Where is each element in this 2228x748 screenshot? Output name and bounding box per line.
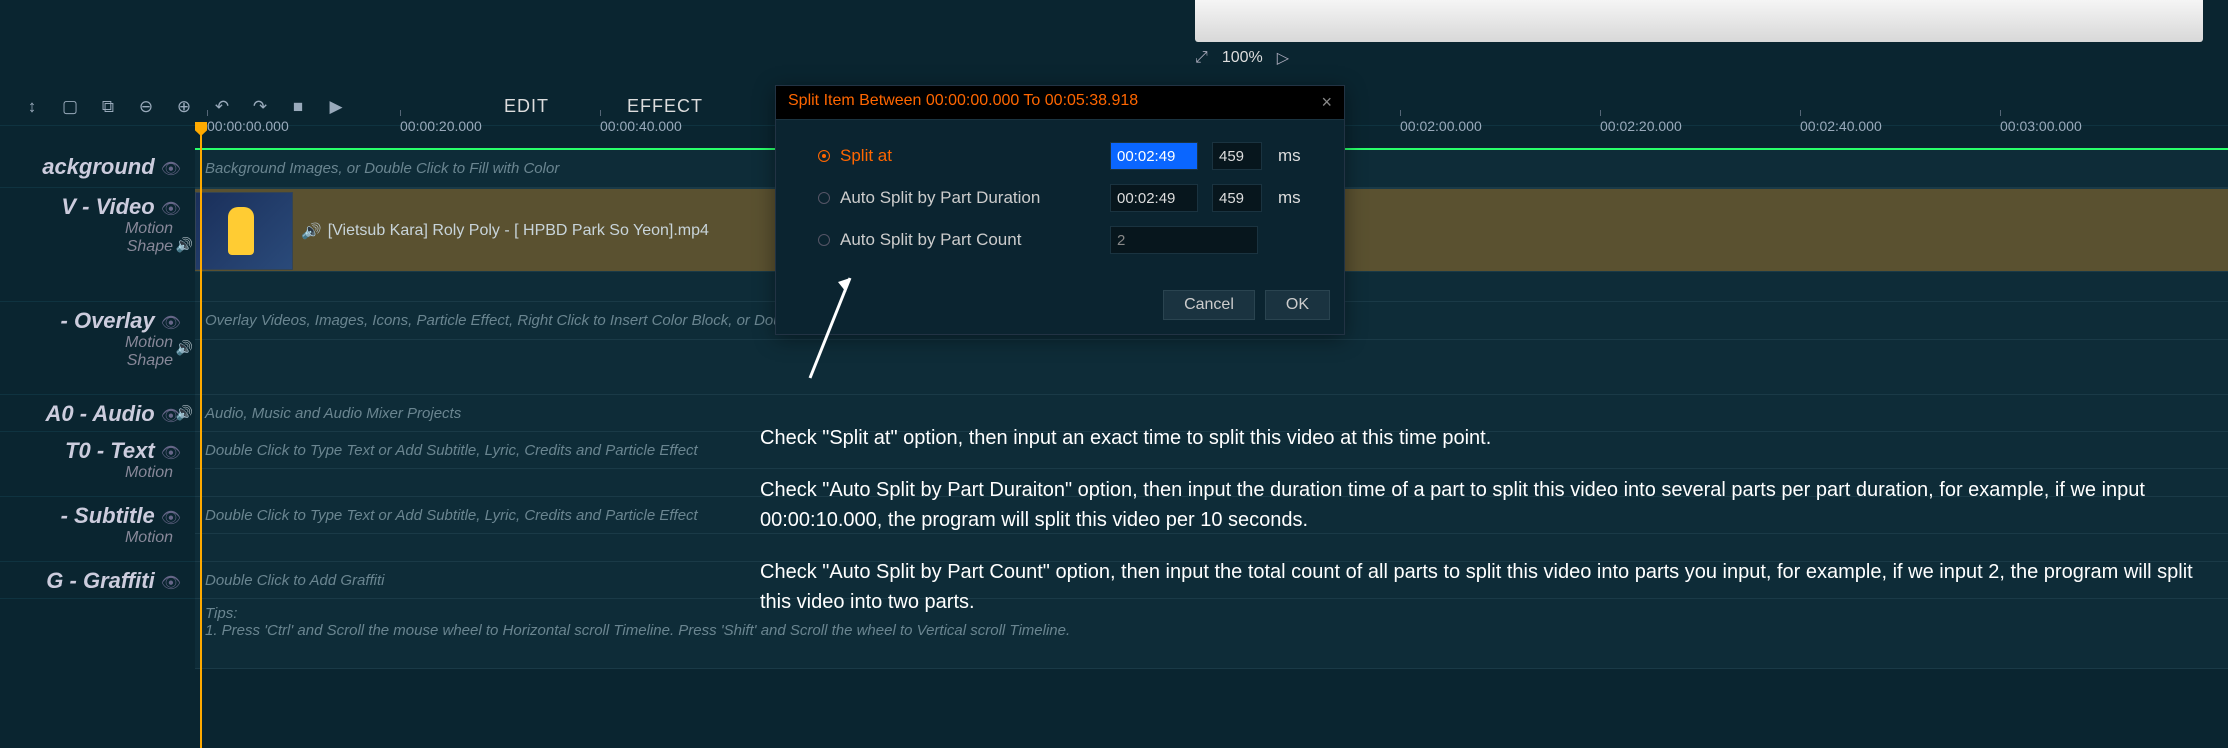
ms-label: ms xyxy=(1278,188,1301,208)
track-label-subtitle[interactable]: - Subtitle👁 Motion xyxy=(0,497,195,562)
ok-button[interactable]: OK xyxy=(1265,290,1330,320)
tool-redo-icon[interactable]: ↷ xyxy=(250,97,270,117)
auto-duration-row: Auto Split by Part Duration ms xyxy=(818,184,1318,212)
clip-speaker-icon[interactable]: 🔊 xyxy=(301,222,320,240)
track-placeholder: Audio, Music and Audio Mixer Projects xyxy=(205,405,461,422)
tool-stop-icon[interactable]: ■ xyxy=(288,97,308,117)
auto-duration-radio[interactable] xyxy=(818,192,830,204)
dialog-titlebar[interactable]: Split Item Between 00:00:00.000 To 00:05… xyxy=(776,86,1344,120)
eye-icon[interactable]: 👁 xyxy=(161,445,181,462)
toolbar-edit-button[interactable]: EDIT xyxy=(504,96,549,117)
auto-count-radio[interactable] xyxy=(818,234,830,246)
tool-undo-icon[interactable]: ↶ xyxy=(212,97,232,117)
speaker-icon[interactable]: 🔊 xyxy=(176,405,193,422)
dialog-title-text: Split Item Between 00:00:00.000 To 00:05… xyxy=(788,92,1138,113)
timeline-tick: 00:02:00.000 xyxy=(1400,118,1482,134)
split-at-time-input[interactable] xyxy=(1110,142,1198,170)
annotation-p3: Check "Auto Split by Part Count" option,… xyxy=(760,557,2228,617)
track-label-video[interactable]: V - Video👁 Motion Shape 🔊 xyxy=(0,188,195,302)
track-placeholder: Background Images, or Double Click to Fi… xyxy=(205,160,559,177)
eye-icon[interactable]: 👁 xyxy=(161,161,181,178)
eye-icon[interactable]: 👁 xyxy=(161,510,181,527)
clip-filename: [Vietsub Kara] Roly Poly - [ HPBD Park S… xyxy=(328,222,709,240)
speaker-icon[interactable]: 🔊 xyxy=(176,340,193,357)
auto-count-input[interactable] xyxy=(1110,226,1258,254)
eye-icon[interactable]: 👁 xyxy=(161,315,181,332)
tool-play-icon[interactable]: ▶ xyxy=(326,97,346,117)
track-placeholder: Double Click to Add Graffiti xyxy=(205,572,385,589)
preview-play-icon[interactable]: ▷ xyxy=(1277,48,1289,68)
preview-controls: ⤢ 100% ▷ xyxy=(1195,48,1289,68)
toolbar-effect-button[interactable]: EFFECT xyxy=(627,96,703,117)
clip-thumbnail xyxy=(195,192,293,270)
track-label-overlay[interactable]: - Overlay👁 Motion Shape 🔊 xyxy=(0,302,195,395)
tool-zoomout-icon[interactable]: ⊖ xyxy=(136,97,156,117)
ms-label: ms xyxy=(1278,146,1301,166)
tool-zoomin-icon[interactable]: ⊕ xyxy=(174,97,194,117)
timeline-tick: 00:00:00.000 xyxy=(207,118,289,134)
track-label-graffiti[interactable]: G - Graffiti👁 xyxy=(0,562,195,599)
preview-thumbnail xyxy=(1195,0,2203,42)
timeline-tick: 00:02:20.000 xyxy=(1600,118,1682,134)
tool-select-icon[interactable]: ▢ xyxy=(60,97,80,117)
eye-icon[interactable]: 👁 xyxy=(161,575,181,592)
track-overlay-motion[interactable] xyxy=(195,340,2228,395)
split-at-label[interactable]: Split at xyxy=(840,146,1100,166)
annotation-text: Check "Split at" option, then input an e… xyxy=(760,423,2228,639)
cancel-button[interactable]: Cancel xyxy=(1163,290,1255,320)
track-label-audio[interactable]: A0 - Audio👁 🔊 xyxy=(0,395,195,432)
preview-expand-icon[interactable]: ⤢ xyxy=(1195,49,1208,67)
annotation-p2: Check "Auto Split by Part Duraiton" opti… xyxy=(760,475,2228,535)
timeline-tick: 00:00:40.000 xyxy=(600,118,682,134)
timeline-tick: 00:03:00.000 xyxy=(2000,118,2082,134)
track-placeholder: Double Click to Type Text or Add Subtitl… xyxy=(205,507,698,524)
track-placeholder: Double Click to Type Text or Add Subtitl… xyxy=(205,442,698,459)
speaker-icon[interactable]: 🔊 xyxy=(176,236,193,253)
auto-duration-ms-input[interactable] xyxy=(1212,184,1262,212)
track-label-background[interactable]: ackground👁 xyxy=(0,148,195,188)
close-icon[interactable]: × xyxy=(1321,92,1332,113)
tool-move-icon[interactable]: ↕ xyxy=(22,97,42,117)
auto-count-label[interactable]: Auto Split by Part Count xyxy=(840,230,1100,250)
split-at-radio[interactable] xyxy=(818,150,830,162)
preview-zoom-label[interactable]: 100% xyxy=(1222,49,1263,67)
eye-icon[interactable]: 👁 xyxy=(161,201,181,218)
auto-duration-label[interactable]: Auto Split by Part Duration xyxy=(840,188,1100,208)
track-label-text[interactable]: T0 - Text👁 Motion xyxy=(0,432,195,497)
auto-duration-time-input[interactable] xyxy=(1110,184,1198,212)
video-clip[interactable]: 🔊 [Vietsub Kara] Roly Poly - [ HPBD Park… xyxy=(195,191,709,271)
track-labels: ackground👁 V - Video👁 Motion Shape 🔊 - O… xyxy=(0,148,195,599)
timeline-tick: 00:00:20.000 xyxy=(400,118,482,134)
auto-count-row: Auto Split by Part Count xyxy=(818,226,1318,254)
split-dialog: Split Item Between 00:00:00.000 To 00:05… xyxy=(775,85,1345,335)
annotation-p1: Check "Split at" option, then input an e… xyxy=(760,423,2228,453)
split-at-row: Split at ms xyxy=(818,142,1318,170)
playhead-line xyxy=(200,126,202,748)
tool-split-icon[interactable]: ⧉ xyxy=(98,97,118,117)
split-at-ms-input[interactable] xyxy=(1212,142,1262,170)
timeline-tick: 00:02:40.000 xyxy=(1800,118,1882,134)
